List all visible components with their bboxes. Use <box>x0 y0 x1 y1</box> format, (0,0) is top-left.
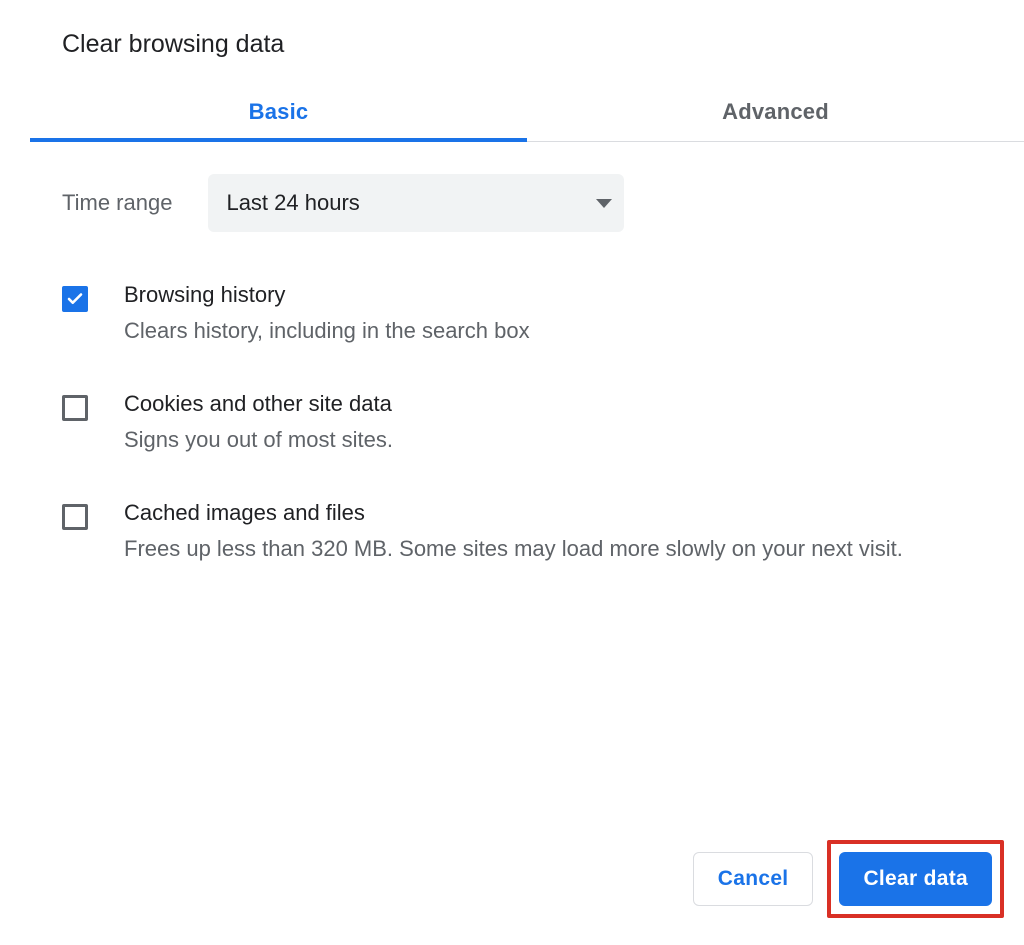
option-cookies: Cookies and other site data Signs you ou… <box>62 391 980 456</box>
chevron-down-icon <box>596 199 612 208</box>
option-browsing-history: Browsing history Clears history, includi… <box>62 282 980 347</box>
tab-basic[interactable]: Basic <box>30 89 527 141</box>
option-title: Cookies and other site data <box>124 391 393 417</box>
dialog-title: Clear browsing data <box>0 30 1024 89</box>
option-title: Browsing history <box>124 282 530 308</box>
option-description: Signs you out of most sites. <box>124 423 393 456</box>
time-range-select[interactable]: Last 24 hours <box>208 174 624 232</box>
option-description: Frees up less than 320 MB. Some sites ma… <box>124 532 903 565</box>
checkbox-cookies[interactable] <box>62 395 88 421</box>
options-list: Browsing history Clears history, includi… <box>0 232 1024 565</box>
checkbox-browsing-history[interactable] <box>62 286 88 312</box>
option-description: Clears history, including in the search … <box>124 314 530 347</box>
tab-bar: Basic Advanced <box>30 89 1024 142</box>
clear-data-highlight: Clear data <box>827 840 1004 918</box>
checkbox-cached[interactable] <box>62 504 88 530</box>
clear-data-button[interactable]: Clear data <box>839 852 992 906</box>
cancel-button[interactable]: Cancel <box>693 852 814 906</box>
option-title: Cached images and files <box>124 500 903 526</box>
time-range-value: Last 24 hours <box>226 190 359 216</box>
option-cached: Cached images and files Frees up less th… <box>62 500 980 565</box>
clear-browsing-data-dialog: Clear browsing data Basic Advanced Time … <box>0 0 1024 565</box>
dialog-footer: Cancel Clear data <box>693 840 1004 918</box>
tab-advanced[interactable]: Advanced <box>527 89 1024 141</box>
time-range-row: Time range Last 24 hours <box>0 142 1024 232</box>
checkmark-icon <box>66 290 84 308</box>
time-range-label: Time range <box>62 190 172 216</box>
